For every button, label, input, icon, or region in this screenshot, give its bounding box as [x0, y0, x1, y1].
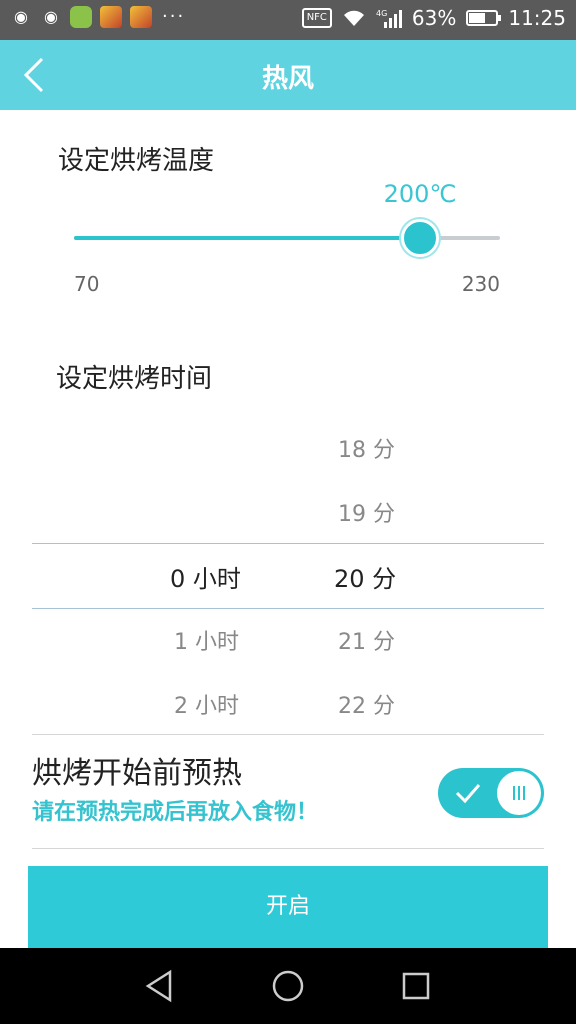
navigation-bar: [0, 948, 576, 1024]
clock: 11:25: [508, 6, 566, 30]
check-icon: [455, 784, 481, 804]
slider-min-label: 70: [74, 272, 100, 296]
battery-percent: 63%: [411, 6, 457, 30]
slider-thumb[interactable]: [401, 219, 439, 257]
more-icon: ···: [162, 6, 186, 27]
battery-icon: [466, 10, 502, 26]
slider-max-label: 230: [461, 272, 500, 296]
selection-line-top: [32, 543, 544, 544]
preheat-note: 请在预热完成后再放入食物！: [32, 800, 319, 825]
divider: [32, 734, 544, 735]
minute-option[interactable]: 22 分: [338, 688, 395, 720]
slider-fill: [74, 236, 420, 240]
minute-option[interactable]: 18 分: [338, 432, 395, 464]
app-header: 热风: [0, 40, 576, 110]
preheat-title: 烘烤开始前预热: [32, 756, 242, 791]
recents-nav-icon[interactable]: [398, 968, 434, 1004]
status-bar: ◉ ◉ ··· NFC 4G 63% 11:25: [0, 0, 576, 40]
hour-option[interactable]: 2 小时: [174, 688, 239, 720]
temperature-title: 设定烘烤温度: [58, 146, 215, 176]
minute-option-selected[interactable]: 20 分: [334, 559, 396, 594]
weibo-icon: ◉: [14, 7, 28, 26]
back-nav-icon[interactable]: [142, 968, 178, 1004]
app-icon: [130, 6, 152, 28]
temperature-slider[interactable]: [74, 219, 500, 257]
divider: [32, 848, 544, 849]
network-label: 4G: [376, 9, 387, 18]
home-nav-icon[interactable]: [270, 968, 306, 1004]
nfc-icon: NFC: [301, 8, 332, 28]
page-title: 热风: [261, 64, 314, 94]
toggle-knob: [497, 771, 541, 815]
wifi-icon: [343, 10, 364, 26]
weibo-icon: ◉: [44, 7, 58, 26]
minute-option[interactable]: 21 分: [338, 624, 395, 656]
temperature-value: 200℃: [383, 180, 457, 208]
battery-level: [469, 13, 486, 23]
android-icon: [70, 6, 92, 28]
hour-option-selected[interactable]: 0 小时: [170, 559, 241, 594]
time-picker[interactable]: 18 分 19 分 20 分 21 分 22 分 0 小时 1 小时 2 小时: [0, 412, 576, 734]
system-status: NFC 4G 63% 11:25: [301, 6, 566, 30]
signal-icon: 4G: [376, 9, 402, 28]
hour-option[interactable]: 1 小时: [174, 624, 239, 656]
app-icon: [100, 6, 122, 28]
notification-icons: ◉ ◉ ···: [10, 6, 185, 28]
selection-line-bottom: [32, 608, 544, 609]
time-title: 设定烘烤时间: [56, 364, 213, 394]
minute-option[interactable]: 19 分: [338, 496, 395, 528]
preheat-toggle[interactable]: [438, 768, 544, 818]
start-button[interactable]: 开启: [28, 866, 548, 948]
